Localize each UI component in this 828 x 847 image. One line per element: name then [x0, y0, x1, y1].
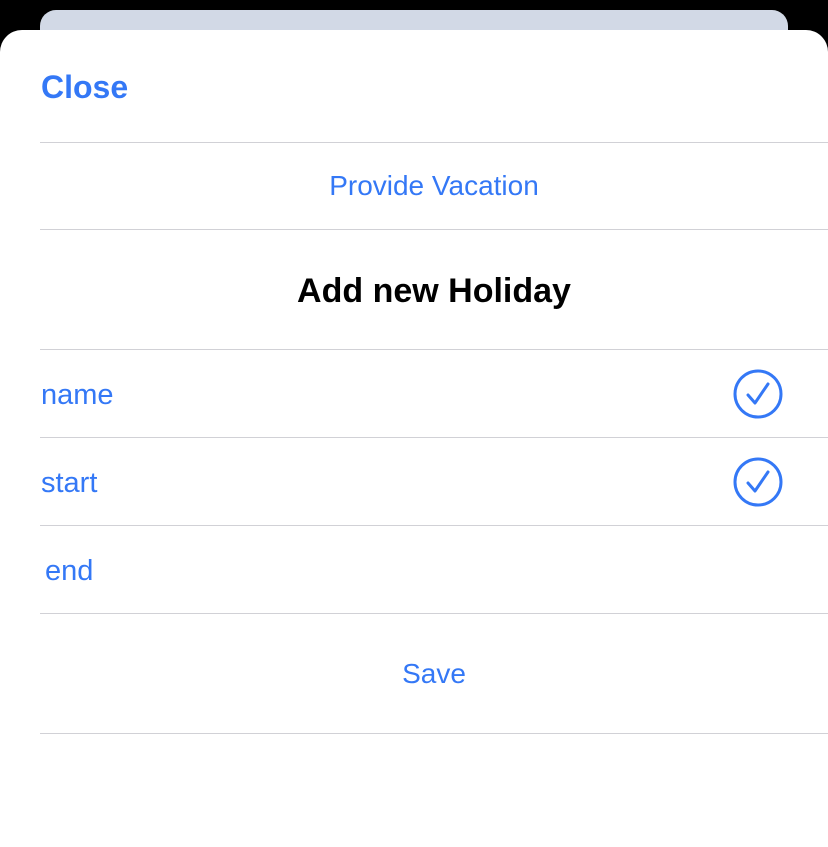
checkmark-circle-icon: [733, 457, 783, 507]
end-field[interactable]: end: [45, 553, 93, 589]
form-title: Add new Holiday: [297, 272, 571, 310]
modal-sheet: Close Provide Vacation Add new Holiday n…: [0, 30, 828, 847]
save-button[interactable]: Save: [40, 656, 828, 692]
start-field[interactable]: start: [41, 465, 97, 501]
divider: [40, 613, 828, 614]
provide-vacation-button[interactable]: Provide Vacation: [40, 168, 828, 204]
name-field[interactable]: name: [41, 377, 114, 413]
divider: [40, 437, 828, 438]
divider: [40, 142, 828, 143]
divider: [40, 733, 828, 734]
checkmark-circle-icon: [733, 369, 783, 419]
divider: [40, 229, 828, 230]
divider: [40, 525, 828, 526]
divider: [40, 349, 828, 350]
close-button[interactable]: Close: [41, 68, 128, 106]
